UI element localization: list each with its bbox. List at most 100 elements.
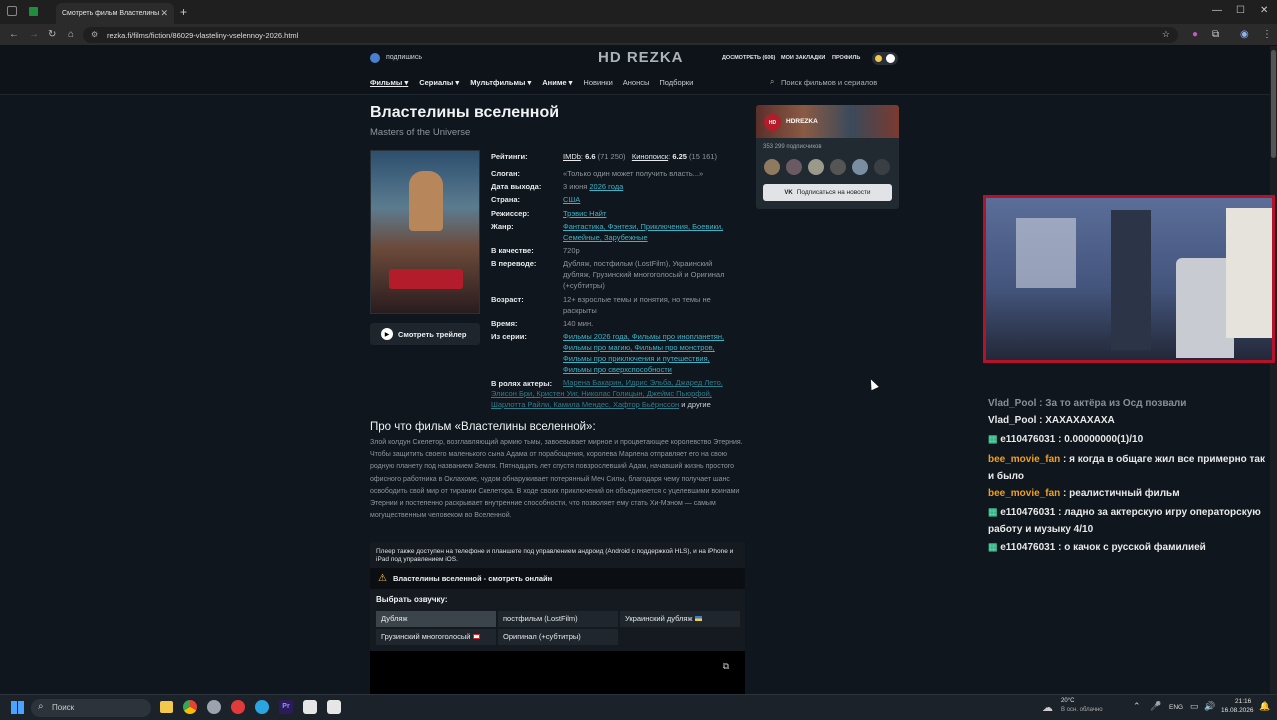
theme-toggle[interactable]: [872, 52, 898, 65]
pip-icon[interactable]: ⧉: [723, 661, 729, 672]
file-explorer-icon[interactable]: [160, 701, 173, 713]
actors-links[interactable]: Шарлотта Райли, Камила Мендес, Хафтор Бь…: [491, 400, 679, 409]
trailer-button[interactable]: ▶ Смотреть трейлер: [370, 323, 480, 345]
site-info-icon[interactable]: ⚙: [91, 30, 98, 39]
tab-close-icon[interactable]: ✕: [160, 8, 168, 19]
avatar[interactable]: [852, 159, 868, 175]
avatar[interactable]: [830, 159, 846, 175]
extensions-icon[interactable]: ⧉: [1212, 29, 1219, 40]
notifications-icon[interactable]: 🔔: [1259, 701, 1270, 712]
date-value: 3 июня 2026 года: [563, 181, 623, 192]
app-icon[interactable]: [327, 700, 341, 714]
nav-announces[interactable]: Анонсы: [623, 78, 650, 87]
video-player[interactable]: ⧉: [370, 651, 745, 694]
director-link[interactable]: Трэвис Найт: [563, 209, 606, 218]
nav-cartoons[interactable]: Мультфильмы ▾: [470, 78, 531, 87]
avatar[interactable]: [874, 159, 890, 175]
vk-subscribe-button[interactable]: VK Подписаться на новости: [763, 184, 892, 201]
nav-anime[interactable]: Аниме ▾: [542, 78, 572, 87]
subscribe-link[interactable]: подпишись: [386, 54, 422, 61]
new-tab-icon[interactable]: +: [180, 5, 187, 19]
search-input[interactable]: Поиск фильмов и сериалов: [781, 78, 877, 87]
search-icon[interactable]: ⌕: [770, 77, 774, 87]
premiere-icon[interactable]: Pr: [279, 700, 293, 714]
bookmark-star-icon[interactable]: ☆: [1162, 29, 1170, 40]
bookmarks-link[interactable]: МОИ ЗАКЛАДКИ: [781, 55, 825, 61]
weather-desc[interactable]: В осн. облачно: [1061, 707, 1103, 713]
series-link[interactable]: Фильмы 2026 года, Фильмы про инопланетян…: [563, 331, 748, 342]
profile-link[interactable]: ПРОФИЛЬ: [832, 55, 860, 61]
menu-dots-icon[interactable]: ⋮: [1262, 29, 1272, 40]
watch-later-link[interactable]: ДОСМОТРЕТЬ (606): [722, 55, 775, 61]
url-field[interactable]: ⚙ rezka.fi/films/fiction/86029-vlastelin…: [83, 27, 1178, 43]
imdb-link[interactable]: IMDb: [563, 152, 581, 161]
tab-search-icon[interactable]: [7, 6, 17, 16]
windows-start-icon[interactable]: [11, 701, 24, 714]
nav-collections[interactable]: Подборки: [659, 78, 693, 87]
series-link[interactable]: Фильмы про сверхспособности: [563, 364, 748, 375]
genre-links-1[interactable]: Фантастика, Фэнтези, Приключения, Боевик…: [563, 221, 743, 232]
series-link[interactable]: Фильмы про приключения и путешествия,: [563, 353, 748, 364]
nav-films[interactable]: Фильмы ▾: [370, 78, 408, 87]
chevron-down-icon: ▾: [455, 78, 460, 87]
app-icon[interactable]: [231, 700, 245, 714]
tray-chevron-icon[interactable]: ⌃: [1133, 701, 1141, 712]
app-icon[interactable]: [303, 700, 317, 714]
avatar[interactable]: [764, 159, 780, 175]
dub-option[interactable]: Оригинал (+субтитры): [498, 629, 618, 645]
director-label: Режиссер:: [491, 209, 530, 218]
about-text: Злой колдун Скелетор, возглавляющий арми…: [370, 439, 743, 520]
avatar[interactable]: [786, 159, 802, 175]
poster-image[interactable]: [370, 150, 480, 314]
forward-icon[interactable]: →: [29, 29, 39, 40]
language-indicator[interactable]: ENG: [1169, 704, 1183, 711]
chat-text: о качок с русской фамилией: [1064, 542, 1206, 553]
weather-icon[interactable]: ☁: [1042, 701, 1053, 714]
taskbar-search[interactable]: ⌕ Поиск: [31, 699, 151, 717]
country-link[interactable]: США: [563, 195, 580, 204]
reload-icon[interactable]: ↻: [48, 29, 56, 40]
chat-user: e110476031: [1000, 507, 1056, 518]
clock-date[interactable]: 16.08.2026: [1221, 707, 1254, 714]
microphone-icon[interactable]: 🎤: [1150, 701, 1161, 712]
kp-link[interactable]: Кинопоиск: [632, 152, 668, 161]
avatar[interactable]: [808, 159, 824, 175]
close-window-icon[interactable]: ✕: [1260, 5, 1268, 16]
vk-group-avatar[interactable]: HD: [764, 114, 781, 131]
chrome-icon[interactable]: [183, 700, 197, 714]
actors-links[interactable]: Элисон Бри, Кристен Уиг, Николас Голицын…: [491, 388, 751, 399]
series-value: Фильмы 2026 года, Фильмы про инопланетян…: [563, 331, 748, 375]
nav-new[interactable]: Новинки: [583, 78, 612, 87]
series-link[interactable]: Фильмы про магию, Фильмы про монстров,: [563, 342, 748, 353]
minimize-icon[interactable]: —: [1212, 5, 1222, 16]
nav-series[interactable]: Сериалы ▾: [419, 78, 459, 87]
vk-member-avatars: [764, 159, 890, 175]
volume-icon[interactable]: 🔊: [1204, 701, 1215, 712]
maximize-icon[interactable]: ☐: [1236, 5, 1245, 16]
profile-avatar-icon[interactable]: ◉: [1240, 29, 1249, 40]
browser-tab-active[interactable]: Смотреть фильм Властелины вселенной ✕: [56, 3, 174, 24]
sheets-tab-icon[interactable]: [29, 7, 38, 16]
home-icon[interactable]: ⌂: [68, 29, 74, 40]
actors-links[interactable]: Марена Бакарин, Идрис Эльба, Джаред Лето…: [563, 377, 748, 388]
telegram-icon[interactable]: [255, 700, 269, 714]
vk-group-name[interactable]: HDREZKA: [786, 118, 818, 125]
back-icon[interactable]: ←: [9, 29, 19, 40]
dub-option[interactable]: Украинский дубляж: [620, 611, 740, 627]
network-icon[interactable]: ▭: [1190, 701, 1199, 712]
clock-time[interactable]: 21:16: [1235, 698, 1251, 705]
date-day: 3 июня: [563, 182, 588, 191]
windows-taskbar: ⌕ Поиск Pr ☁ 20°C В осн. облачно ⌃ 🎤 ENG…: [0, 694, 1277, 720]
page-scrollbar[interactable]: [1270, 46, 1277, 694]
dub-option[interactable]: Грузинский многоголосый: [376, 629, 496, 645]
app-icon[interactable]: [207, 700, 221, 714]
genre-links-2[interactable]: Семейные, Зарубежные: [563, 232, 743, 243]
scrollbar-thumb[interactable]: [1271, 50, 1276, 158]
webcam-shelf: [1226, 208, 1272, 338]
site-logo[interactable]: HD REZKA: [598, 49, 684, 66]
date-year-link[interactable]: 2026 года: [589, 182, 623, 191]
extension-icon[interactable]: ●: [1192, 29, 1198, 40]
dub-option[interactable]: постфильм (LostFilm): [498, 611, 618, 627]
dub-option-active[interactable]: Дубляж: [376, 611, 496, 627]
weather-temp[interactable]: 20°C: [1061, 698, 1074, 704]
